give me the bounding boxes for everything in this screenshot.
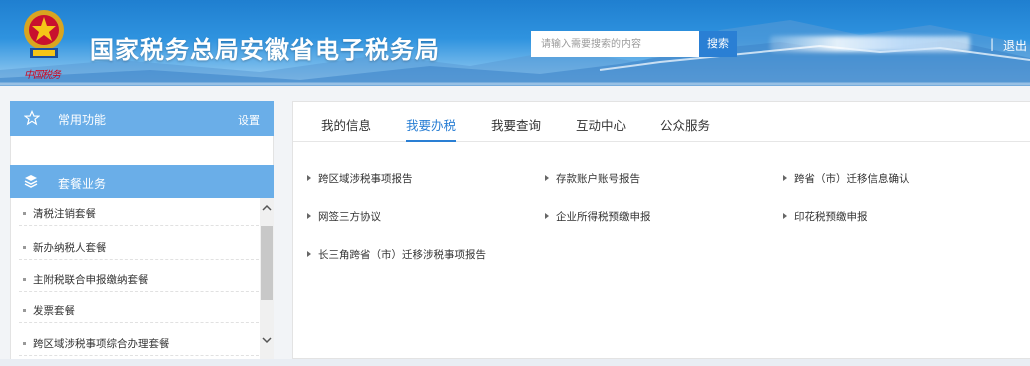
list-item-label: 跨区域涉税事项综合办理套餐 <box>33 338 170 350</box>
page-bottom-strip <box>0 359 1030 366</box>
service-link-label: 跨省（市）迁移信息确认 <box>794 173 910 185</box>
list-item-label: 发票套餐 <box>33 305 75 317</box>
common-functions-body <box>10 136 274 165</box>
user-name-blurred <box>770 36 970 52</box>
list-item-label: 主附税联合申报缴纳套餐 <box>33 274 149 286</box>
caret-right-icon <box>545 213 549 219</box>
service-link-label: 长三角跨省（市）迁移涉税事项报告 <box>318 249 486 261</box>
list-item-label: 清税注销套餐 <box>33 208 96 220</box>
search-input[interactable] <box>531 31 699 57</box>
list-item-label: 新办纳税人套餐 <box>33 242 107 254</box>
caret-right-icon <box>783 175 787 181</box>
package-business-header[interactable]: 套餐业务 <box>10 165 274 198</box>
sidebar-scrollbar[interactable] <box>260 198 274 366</box>
bullet-icon <box>23 309 26 312</box>
bullet-icon <box>23 342 26 345</box>
service-link[interactable]: 网签三方协议 <box>307 209 381 224</box>
list-item[interactable]: 新办纳税人套餐 <box>19 236 259 260</box>
logout-link[interactable]: 退出 <box>1003 37 1027 54</box>
service-link-label: 存款账户账号报告 <box>556 173 640 185</box>
chevron-down-icon[interactable] <box>261 334 273 346</box>
main-panel: 我的信息 我要办税 我要查询 互动中心 公众服务 跨区域涉税事项报告 存款账户账… <box>292 101 1030 359</box>
settings-link[interactable]: 设置 <box>238 112 260 128</box>
service-link-label: 企业所得税预缴申报 <box>556 211 651 223</box>
bullet-icon <box>23 212 26 215</box>
package-list: 清税注销套餐 新办纳税人套餐 主附税联合申报缴纳套餐 发票套餐 跨区域涉税事项综… <box>10 198 274 366</box>
tab-query[interactable]: 我要查询 <box>491 115 541 142</box>
caret-right-icon <box>545 175 549 181</box>
service-link[interactable]: 印花税预缴申报 <box>783 209 868 224</box>
service-link[interactable]: 跨区域涉税事项报告 <box>307 171 413 186</box>
left-sidebar: 常用功能 设置 套餐业务 清税注销套餐 新办纳税人套餐 主附税联合申报缴纳套餐 … <box>10 101 274 366</box>
tab-interaction[interactable]: 互动中心 <box>576 115 626 142</box>
caret-right-icon <box>307 175 311 181</box>
scrollbar-thumb[interactable] <box>261 226 273 300</box>
tax-emblem-icon <box>24 10 64 58</box>
bullet-icon <box>23 246 26 249</box>
service-link[interactable]: 存款账户账号报告 <box>545 171 640 186</box>
service-link[interactable]: 企业所得税预缴申报 <box>545 209 651 224</box>
caret-right-icon <box>783 213 787 219</box>
site-header: 中国税务 国家税务总局安徽省电子税务局 搜索 | 退出 <box>0 0 1030 86</box>
service-link-label: 跨区域涉税事项报告 <box>318 173 413 185</box>
chevron-up-icon[interactable] <box>261 202 273 214</box>
caret-right-icon <box>307 251 311 257</box>
list-item[interactable]: 跨区域涉税事项综合办理套餐 <box>19 332 259 356</box>
service-link-label: 印花税预缴申报 <box>794 211 868 223</box>
brand-signature: 中国税务 <box>24 70 61 81</box>
site-title: 国家税务总局安徽省电子税务局 <box>90 36 440 64</box>
star-outline-icon <box>24 110 40 126</box>
service-link-label: 网签三方协议 <box>318 211 381 223</box>
package-business-label: 套餐业务 <box>58 177 107 191</box>
tab-public-service[interactable]: 公众服务 <box>660 115 710 142</box>
tab-my-info[interactable]: 我的信息 <box>321 115 371 142</box>
main-tabs: 我的信息 我要办税 我要查询 互动中心 公众服务 <box>293 102 1030 142</box>
service-link[interactable]: 跨省（市）迁移信息确认 <box>783 171 910 186</box>
service-link[interactable]: 长三角跨省（市）迁移涉税事项报告 <box>307 247 486 262</box>
list-item[interactable]: 主附税联合申报缴纳套餐 <box>19 268 259 292</box>
layers-icon <box>24 175 38 188</box>
search-button[interactable]: 搜索 <box>699 31 737 57</box>
common-functions-label: 常用功能 <box>58 113 107 127</box>
caret-right-icon <box>307 213 311 219</box>
bullet-icon <box>23 278 26 281</box>
list-item[interactable]: 清税注销套餐 <box>19 202 259 226</box>
tab-tax-handling[interactable]: 我要办税 <box>406 115 457 142</box>
common-functions-header: 常用功能 设置 <box>10 101 274 136</box>
header-separator: | <box>990 37 995 51</box>
list-item[interactable]: 发票套餐 <box>19 299 259 323</box>
